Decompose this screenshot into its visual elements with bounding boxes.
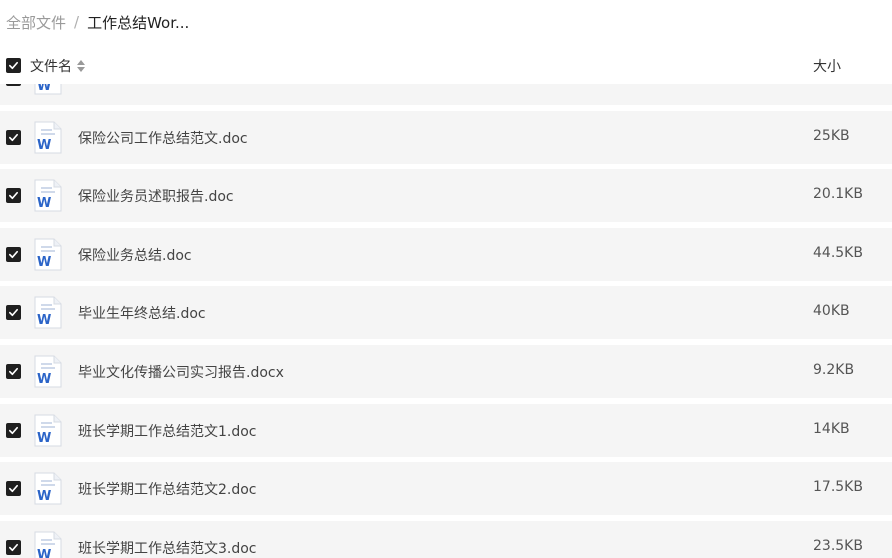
svg-text:W: W	[37, 431, 51, 446]
file-checkbox[interactable]	[6, 188, 21, 204]
file-checkbox[interactable]	[6, 422, 21, 438]
check-icon	[9, 309, 18, 317]
svg-text:W: W	[37, 255, 51, 270]
file-row[interactable]: W 毕业生年终总结.doc 40KB	[0, 286, 892, 340]
file-size: 17.5KB	[813, 479, 863, 496]
file-row[interactable]: W 班长学期工作总结范文2.doc 17.5KB	[0, 462, 892, 516]
file-name[interactable]: 班长学期工作总结范文2.doc	[78, 479, 257, 499]
file-row[interactable]: W	[0, 84, 892, 105]
svg-text:W: W	[37, 313, 51, 328]
file-name[interactable]: 保险业务员述职报告.doc	[78, 186, 234, 206]
check-icon	[9, 367, 18, 376]
check-icon	[9, 133, 18, 141]
word-doc-icon: W	[34, 84, 62, 95]
word-doc-icon: W	[34, 414, 62, 447]
file-row[interactable]: W 班长学期工作总结范文1.doc 14KB	[0, 403, 892, 457]
select-all-checkbox[interactable]	[6, 58, 21, 73]
file-checkbox[interactable]	[6, 246, 21, 262]
file-checkbox[interactable]	[6, 539, 21, 555]
check-icon	[9, 61, 18, 70]
check-icon	[9, 485, 18, 493]
word-doc-icon: W	[34, 179, 62, 212]
column-header-size[interactable]: 大小	[813, 56, 841, 76]
word-doc-icon: W	[34, 238, 62, 271]
file-name[interactable]: 毕业文化传播公司实习报告.docx	[78, 362, 284, 382]
file-checkbox[interactable]	[6, 364, 21, 379]
svg-text:W: W	[37, 138, 51, 153]
file-checkbox[interactable]	[6, 129, 21, 145]
file-checkbox[interactable]	[6, 481, 21, 497]
word-doc-icon: W	[34, 355, 62, 388]
file-name[interactable]: 保险公司工作总结范文.doc	[78, 128, 248, 148]
file-size: 14KB	[813, 420, 850, 437]
breadcrumb-separator: /	[74, 13, 80, 31]
word-doc-icon: W	[34, 531, 62, 558]
file-row[interactable]: W 保险公司工作总结范文.doc 25KB	[0, 110, 892, 164]
file-row[interactable]: W 毕业文化传播公司实习报告.docx 9.2KB	[0, 345, 892, 398]
file-size: 23.5KB	[813, 537, 863, 554]
word-doc-icon: W	[34, 472, 62, 505]
word-doc-icon: W	[34, 121, 62, 154]
file-size: 44.5KB	[813, 244, 863, 261]
file-size: 9.2KB	[813, 362, 855, 378]
column-header-name-label: 文件名	[30, 59, 72, 75]
breadcrumb: 全部文件 / 工作总结Wor...	[6, 11, 189, 33]
svg-text:W: W	[37, 489, 51, 504]
file-row[interactable]: W 保险业务员述职报告.doc 20.1KB	[0, 169, 892, 223]
file-name[interactable]: 班长学期工作总结范文1.doc	[78, 421, 257, 441]
check-icon	[9, 426, 18, 434]
file-size: 25KB	[813, 127, 850, 144]
breadcrumb-root-link[interactable]: 全部文件	[6, 12, 66, 33]
file-list: W W 保险公司工作总结范文.doc 25KB W 保险业务员述职报告.doc …	[0, 84, 892, 558]
word-doc-icon: W	[34, 296, 62, 329]
file-checkbox[interactable]	[6, 84, 21, 86]
file-name[interactable]: 保险业务总结.doc	[78, 245, 192, 265]
file-size: 40KB	[813, 303, 850, 320]
file-name[interactable]: 毕业生年终总结.doc	[78, 303, 206, 323]
svg-text:W: W	[37, 548, 51, 558]
file-name[interactable]: 班长学期工作总结范文3.doc	[78, 538, 257, 558]
file-list-header: 文件名 大小	[0, 50, 892, 82]
check-icon	[9, 192, 18, 200]
check-icon	[9, 250, 18, 258]
breadcrumb-current: 工作总结Wor...	[87, 13, 190, 32]
svg-text:W: W	[37, 372, 51, 387]
sort-icon[interactable]	[77, 60, 85, 72]
file-size: 20.1KB	[813, 186, 863, 203]
file-checkbox[interactable]	[6, 305, 21, 321]
svg-text:W: W	[37, 84, 51, 94]
column-header-name[interactable]: 文件名	[30, 56, 85, 76]
check-icon	[9, 543, 18, 551]
file-row[interactable]: W 保险业务总结.doc 44.5KB	[0, 227, 892, 281]
svg-text:W: W	[37, 196, 51, 211]
file-row[interactable]: W 班长学期工作总结范文3.doc 23.5KB	[0, 520, 892, 558]
